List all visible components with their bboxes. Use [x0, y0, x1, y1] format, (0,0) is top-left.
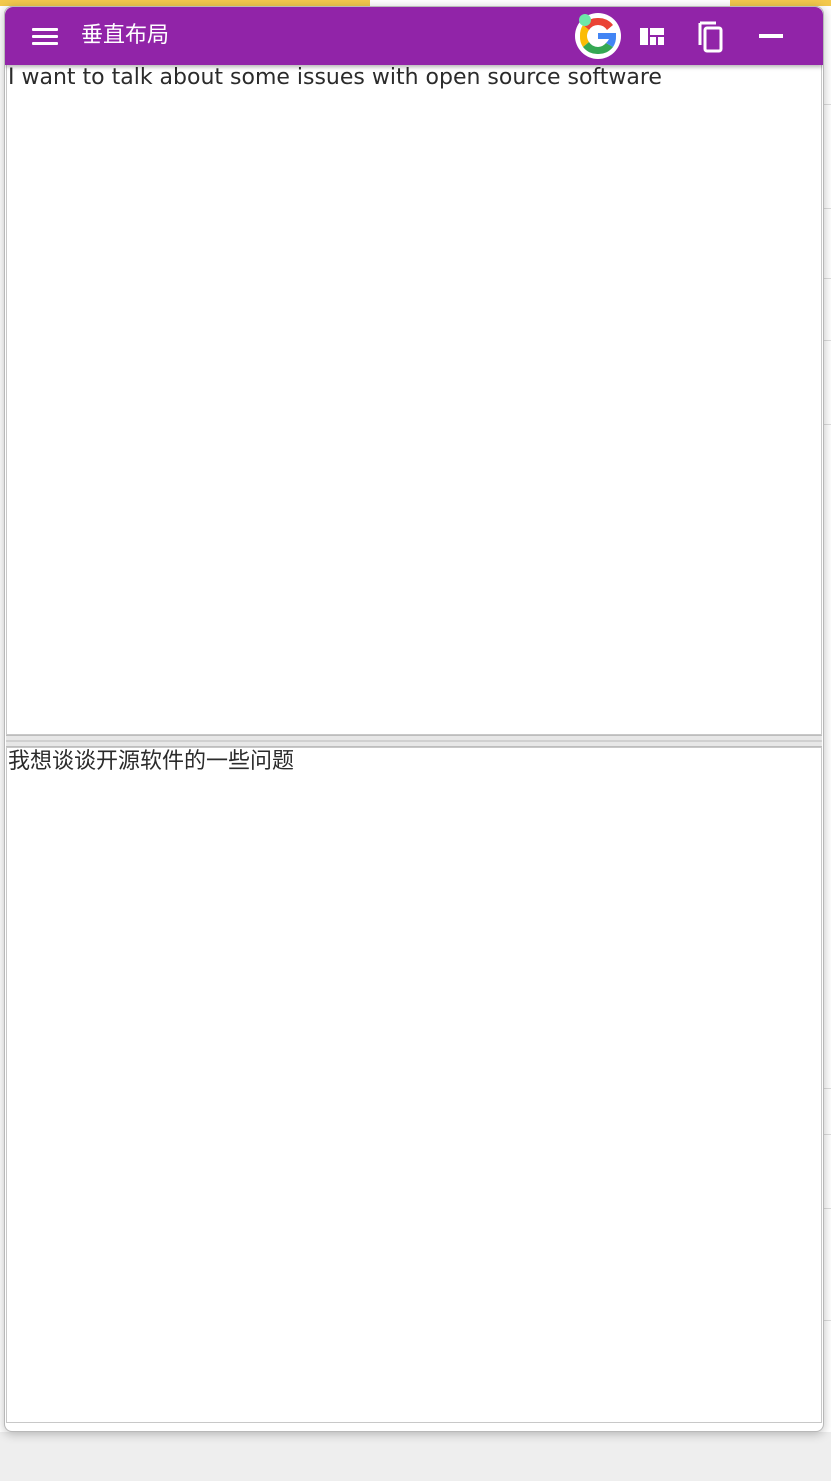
- source-text: I want to talk about some issues with op…: [8, 65, 662, 90]
- google-icon: [575, 13, 621, 59]
- google-translate-button[interactable]: [573, 11, 623, 61]
- minimize-icon: [759, 34, 783, 38]
- menu-button[interactable]: [25, 20, 65, 52]
- layout-button[interactable]: [630, 15, 674, 59]
- title-bar[interactable]: 垂直布局: [5, 7, 823, 65]
- translated-text-pane[interactable]: 我想谈谈开源软件的一些问题: [6, 747, 822, 1423]
- copy-button[interactable]: [688, 15, 732, 59]
- minimize-button[interactable]: [749, 15, 793, 59]
- translated-text: 我想谈谈开源软件的一些问题: [8, 749, 295, 774]
- window-title: 垂直布局: [81, 23, 170, 48]
- layout-grid-icon: [640, 28, 664, 45]
- copy-icon: [698, 21, 723, 53]
- background-bottom: [0, 1432, 831, 1481]
- pane-splitter[interactable]: [6, 735, 822, 747]
- source-text-pane[interactable]: I want to talk about some issues with op…: [6, 63, 822, 735]
- translator-window: 垂直布局 I want to talk about some issues wi…: [4, 6, 824, 1432]
